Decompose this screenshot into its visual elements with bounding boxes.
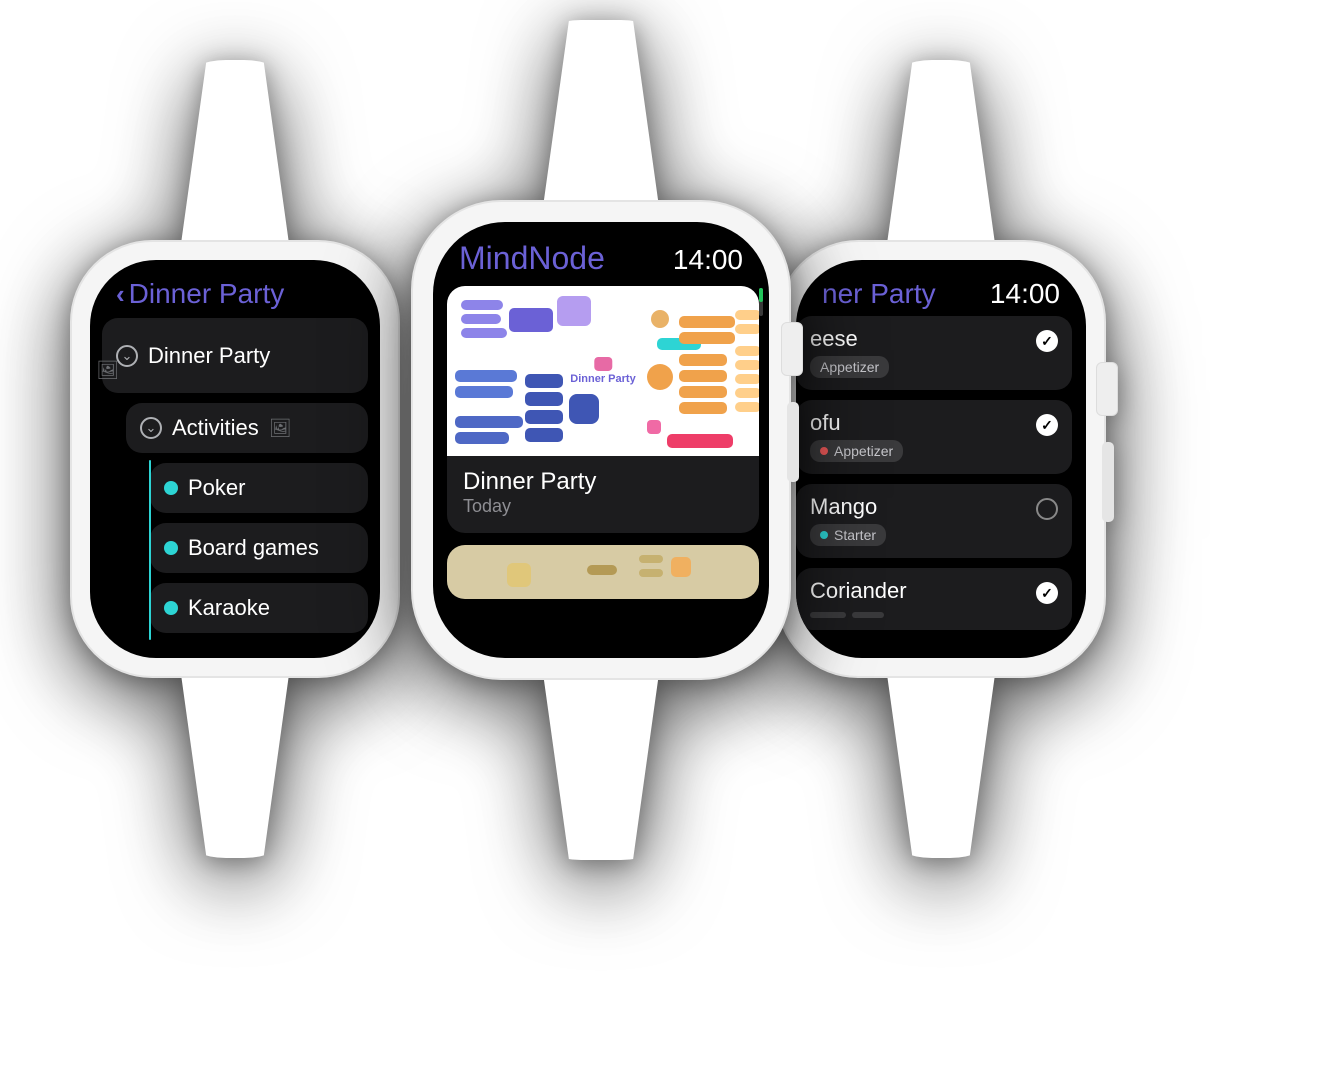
document-caption: Dinner Party Today: [447, 456, 759, 533]
image-icon: 🖼: [96, 360, 119, 381]
tag-label: Appetizer: [820, 359, 879, 375]
stage: ‹ Dinner Party ⌄ Dinner Party 🖼 ⌄ Activi…: [0, 0, 1342, 1079]
checkmark-icon[interactable]: ✓: [1036, 582, 1058, 604]
watch-screen: MindNode 14:00: [433, 222, 769, 658]
tree-row-root[interactable]: ⌄ Dinner Party 🖼: [102, 318, 368, 393]
watch-strap: [852, 653, 1030, 858]
tag-dot-icon: [820, 531, 828, 539]
document-title: Dinner Party: [463, 468, 743, 496]
watch-strap: [146, 653, 324, 858]
digital-crown[interactable]: [1096, 362, 1118, 416]
task-title: Mango: [810, 494, 1058, 520]
status-bar: MindNode 14:00: [433, 222, 769, 283]
mindmap-thumbnail: [447, 545, 759, 599]
side-button[interactable]: [1102, 442, 1114, 522]
task-list[interactable]: eese Appetizer ✓ ofu Appetizer ✓: [796, 316, 1072, 650]
side-button[interactable]: [787, 402, 799, 482]
clock-time: 14:00: [673, 244, 743, 276]
document-card[interactable]: Dinner Party: [447, 286, 759, 533]
tree-label: Dinner Party: [148, 343, 270, 369]
tree-row-activities[interactable]: ⌄ Activities 🖼: [126, 403, 368, 453]
back-button[interactable]: ‹ Dinner Party: [116, 278, 284, 310]
document-thumbnail: Dinner Party: [447, 286, 759, 456]
task-tag: [852, 612, 884, 618]
tree-row-item[interactable]: Board games: [150, 523, 368, 573]
document-thumbnail: [447, 545, 759, 599]
task-item[interactable]: eese Appetizer ✓: [796, 316, 1072, 390]
task-title: Coriander: [810, 578, 1058, 604]
tag-label: Appetizer: [834, 443, 893, 459]
document-subtitle: Today: [463, 496, 743, 517]
watch-center: MindNode 14:00: [411, 200, 791, 680]
tree-row-item[interactable]: Poker: [150, 463, 368, 513]
watch-case: ner Party 14:00 eese Appetizer ✓ ofu: [776, 240, 1106, 678]
chevron-left-icon: ‹: [116, 279, 125, 310]
task-title: eese: [810, 326, 1058, 352]
mindmap-thumbnail: Dinner Party: [447, 286, 759, 456]
bullet-icon: [164, 601, 178, 615]
checkmark-icon[interactable]: ✓: [1036, 414, 1058, 436]
watch-strap: [146, 60, 324, 265]
back-button[interactable]: ner Party: [822, 278, 936, 310]
outline-tree[interactable]: ⌄ Dinner Party 🖼 ⌄ Activities 🖼 Poker: [102, 318, 368, 650]
tag-dot-icon: [820, 447, 828, 455]
task-item[interactable]: Coriander ✓: [796, 568, 1072, 630]
tree-row-item[interactable]: Karaoke: [150, 583, 368, 633]
unchecked-circle-icon[interactable]: [1036, 498, 1058, 520]
watch-case: MindNode 14:00: [411, 200, 791, 680]
scroll-thumb[interactable]: [759, 288, 763, 302]
tree-label: Board games: [188, 535, 319, 561]
mindmap-center-label: Dinner Party: [570, 357, 635, 385]
status-bar: ner Party 14:00: [796, 260, 1086, 316]
scrollbar[interactable]: [759, 288, 763, 316]
watch-strap: [852, 60, 1030, 265]
chevron-down-icon[interactable]: ⌄: [140, 417, 162, 439]
checkmark-icon[interactable]: ✓: [1036, 330, 1058, 352]
watch-right: ner Party 14:00 eese Appetizer ✓ ofu: [776, 240, 1106, 678]
watch-screen: ‹ Dinner Party ⌄ Dinner Party 🖼 ⌄ Activi…: [90, 260, 380, 658]
document-list[interactable]: Dinner Party: [447, 286, 759, 648]
tree-label: Activities: [172, 415, 259, 441]
tree-label: Poker: [188, 475, 245, 501]
watch-case: ‹ Dinner Party ⌄ Dinner Party 🖼 ⌄ Activi…: [70, 240, 400, 678]
task-item[interactable]: ofu Appetizer ✓: [796, 400, 1072, 474]
chevron-down-icon[interactable]: ⌄: [116, 345, 138, 367]
task-tag: Appetizer: [810, 356, 889, 378]
app-title: MindNode: [459, 240, 605, 277]
back-title: Dinner Party: [129, 278, 285, 310]
task-title: ofu: [810, 410, 1058, 436]
watch-screen: ner Party 14:00 eese Appetizer ✓ ofu: [796, 260, 1086, 658]
status-bar: ‹ Dinner Party: [90, 260, 380, 316]
clock-time: 14:00: [990, 278, 1060, 310]
back-title-fragment: ner Party: [822, 278, 936, 310]
watch-left: ‹ Dinner Party ⌄ Dinner Party 🖼 ⌄ Activi…: [70, 240, 400, 678]
document-card[interactable]: [447, 545, 759, 599]
tree-guide-line: [149, 460, 151, 640]
image-icon: 🖼: [269, 418, 292, 439]
tree-label: Karaoke: [188, 595, 270, 621]
bullet-icon: [164, 541, 178, 555]
task-tag: Appetizer: [810, 440, 903, 462]
digital-crown[interactable]: [781, 322, 803, 376]
task-tag: Starter: [810, 524, 886, 546]
tag-label: Starter: [834, 527, 876, 543]
task-tag: [810, 612, 846, 618]
bullet-icon: [164, 481, 178, 495]
task-item[interactable]: Mango Starter: [796, 484, 1072, 558]
